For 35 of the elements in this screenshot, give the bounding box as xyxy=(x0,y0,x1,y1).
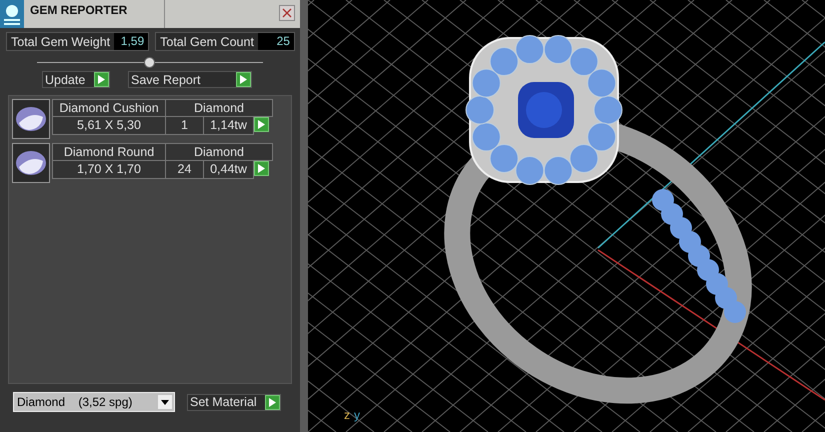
close-icon xyxy=(282,8,292,18)
stat-label: Total Gem Count xyxy=(159,34,255,48)
play-icon xyxy=(269,398,276,406)
material-select[interactable]: Diamond (3,52 spg) xyxy=(13,392,175,412)
gem-size: 1,70 X 1,70 xyxy=(52,160,166,179)
app-icon xyxy=(0,0,24,28)
close-button[interactable] xyxy=(279,5,295,21)
gem-icon xyxy=(15,105,47,133)
gem-play-button[interactable] xyxy=(254,117,269,132)
gem-count: 1 xyxy=(165,116,204,135)
action-button[interactable]: Save Report xyxy=(128,71,252,88)
stat-label: Total Gem Weight xyxy=(10,34,112,48)
play-icon xyxy=(258,120,265,129)
action-button[interactable]: Update xyxy=(42,71,110,88)
gem-size: 5,61 X 5,30 xyxy=(52,116,166,135)
gem-material: Diamond xyxy=(165,143,273,161)
gem-weight: 0,44tw xyxy=(203,160,254,179)
stat-value: 25 xyxy=(258,33,294,50)
set-material-button[interactable]: Set Material xyxy=(187,394,281,410)
play-icon xyxy=(98,75,105,84)
gem-play-button[interactable] xyxy=(254,161,269,176)
play-icon xyxy=(240,75,247,84)
stat-value: 1,59 xyxy=(114,33,148,50)
window-title: GEM REPORTER xyxy=(24,0,165,28)
axis-label: z xyxy=(344,408,350,422)
gem-count: 24 xyxy=(165,160,204,179)
axis-label: y xyxy=(354,408,360,422)
play-icon xyxy=(258,164,265,173)
gem-icon xyxy=(15,149,47,177)
gem-name: Diamond Cushion xyxy=(52,99,166,117)
caret-icon xyxy=(158,395,172,409)
slider-handle[interactable] xyxy=(144,56,155,68)
gem-name: Diamond Round xyxy=(52,143,166,161)
gem-material: Diamond xyxy=(165,99,273,117)
gem-weight: 1,14tw xyxy=(203,116,254,135)
